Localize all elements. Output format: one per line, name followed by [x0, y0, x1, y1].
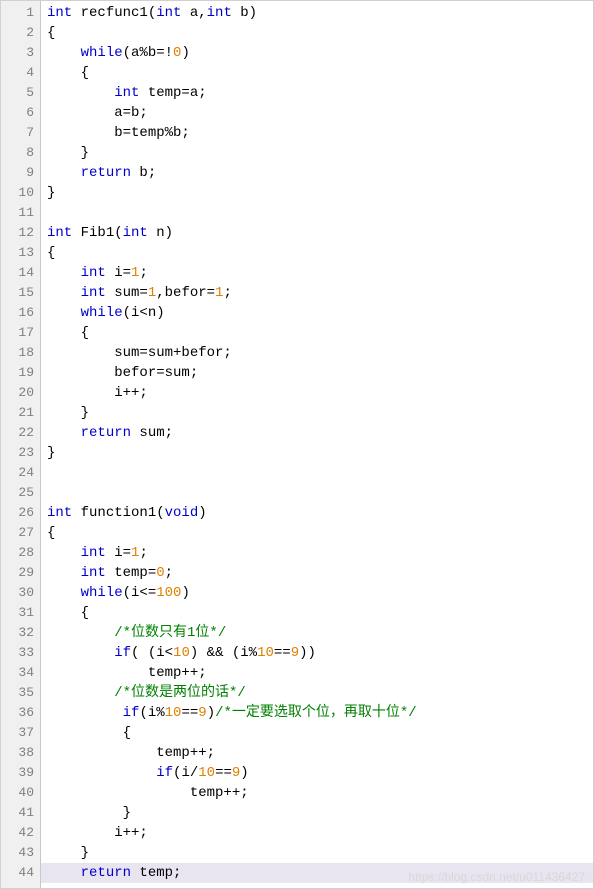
- code-line: }: [41, 143, 593, 163]
- line-number: 2: [1, 23, 40, 43]
- line-number: 42: [1, 823, 40, 843]
- line-number: 32: [1, 623, 40, 643]
- line-number: 11: [1, 203, 40, 223]
- line-number: 19: [1, 363, 40, 383]
- line-number: 17: [1, 323, 40, 343]
- line-number: 41: [1, 803, 40, 823]
- code-line: int i=1;: [41, 263, 593, 283]
- line-number: 39: [1, 763, 40, 783]
- code-line: {: [41, 63, 593, 83]
- code-line: temp++;: [41, 783, 593, 803]
- line-number: 6: [1, 103, 40, 123]
- code-area[interactable]: int recfunc1(int a,int b){ while(a%b=!0)…: [41, 1, 593, 888]
- line-number: 21: [1, 403, 40, 423]
- line-number: 44: [1, 863, 40, 883]
- code-line: if( (i<10) && (i%10==9)): [41, 643, 593, 663]
- line-number: 12: [1, 223, 40, 243]
- code-line: }: [41, 403, 593, 423]
- code-line: a=b;: [41, 103, 593, 123]
- code-line: /*位数只有1位*/: [41, 623, 593, 643]
- code-line: }: [41, 843, 593, 863]
- code-line: while(a%b=!0): [41, 43, 593, 63]
- line-number: 5: [1, 83, 40, 103]
- code-line: [41, 483, 593, 503]
- line-number: 18: [1, 343, 40, 363]
- line-number: 34: [1, 663, 40, 683]
- code-line: int recfunc1(int a,int b): [41, 3, 593, 23]
- code-line: int function1(void): [41, 503, 593, 523]
- code-line: [41, 463, 593, 483]
- line-number-gutter: 1234567891011121314151617181920212223242…: [1, 1, 41, 888]
- code-line: i++;: [41, 823, 593, 843]
- code-line: [41, 203, 593, 223]
- line-number: 24: [1, 463, 40, 483]
- code-line: temp++;: [41, 663, 593, 683]
- code-line: }: [41, 183, 593, 203]
- code-line: i++;: [41, 383, 593, 403]
- line-number: 15: [1, 283, 40, 303]
- code-line: while(i<=100): [41, 583, 593, 603]
- line-number: 30: [1, 583, 40, 603]
- line-number: 10: [1, 183, 40, 203]
- code-line: sum=sum+befor;: [41, 343, 593, 363]
- line-number: 29: [1, 563, 40, 583]
- line-number: 31: [1, 603, 40, 623]
- code-line: {: [41, 323, 593, 343]
- code-line: }: [41, 443, 593, 463]
- line-number: 9: [1, 163, 40, 183]
- line-number: 25: [1, 483, 40, 503]
- line-number: 7: [1, 123, 40, 143]
- code-line: befor=sum;: [41, 363, 593, 383]
- line-number: 13: [1, 243, 40, 263]
- code-line: return temp;: [41, 863, 593, 883]
- code-line: int temp=a;: [41, 83, 593, 103]
- code-line: {: [41, 603, 593, 623]
- line-number: 23: [1, 443, 40, 463]
- code-line: }: [41, 803, 593, 823]
- code-line: if(i%10==9)/*一定要选取个位，再取十位*/: [41, 703, 593, 723]
- line-number: 28: [1, 543, 40, 563]
- code-line: return b;: [41, 163, 593, 183]
- line-number: 43: [1, 843, 40, 863]
- line-number: 37: [1, 723, 40, 743]
- line-number: 8: [1, 143, 40, 163]
- code-editor: 1234567891011121314151617181920212223242…: [1, 1, 593, 888]
- code-line: int temp=0;: [41, 563, 593, 583]
- line-number: 16: [1, 303, 40, 323]
- code-line: if(i/10==9): [41, 763, 593, 783]
- line-number: 33: [1, 643, 40, 663]
- code-line: return sum;: [41, 423, 593, 443]
- code-line: {: [41, 523, 593, 543]
- line-number: 4: [1, 63, 40, 83]
- line-number: 20: [1, 383, 40, 403]
- code-line: {: [41, 243, 593, 263]
- code-line: {: [41, 23, 593, 43]
- code-line: int Fib1(int n): [41, 223, 593, 243]
- code-line: int i=1;: [41, 543, 593, 563]
- code-line: /*位数是两位的话*/: [41, 683, 593, 703]
- line-number: 26: [1, 503, 40, 523]
- code-line: {: [41, 723, 593, 743]
- line-number: 36: [1, 703, 40, 723]
- line-number: 3: [1, 43, 40, 63]
- code-line: b=temp%b;: [41, 123, 593, 143]
- line-number: 35: [1, 683, 40, 703]
- line-number: 22: [1, 423, 40, 443]
- code-line: temp++;: [41, 743, 593, 763]
- line-number: 38: [1, 743, 40, 763]
- line-number: 40: [1, 783, 40, 803]
- line-number: 14: [1, 263, 40, 283]
- line-number: 27: [1, 523, 40, 543]
- code-line: int sum=1,befor=1;: [41, 283, 593, 303]
- code-line: while(i<n): [41, 303, 593, 323]
- line-number: 1: [1, 3, 40, 23]
